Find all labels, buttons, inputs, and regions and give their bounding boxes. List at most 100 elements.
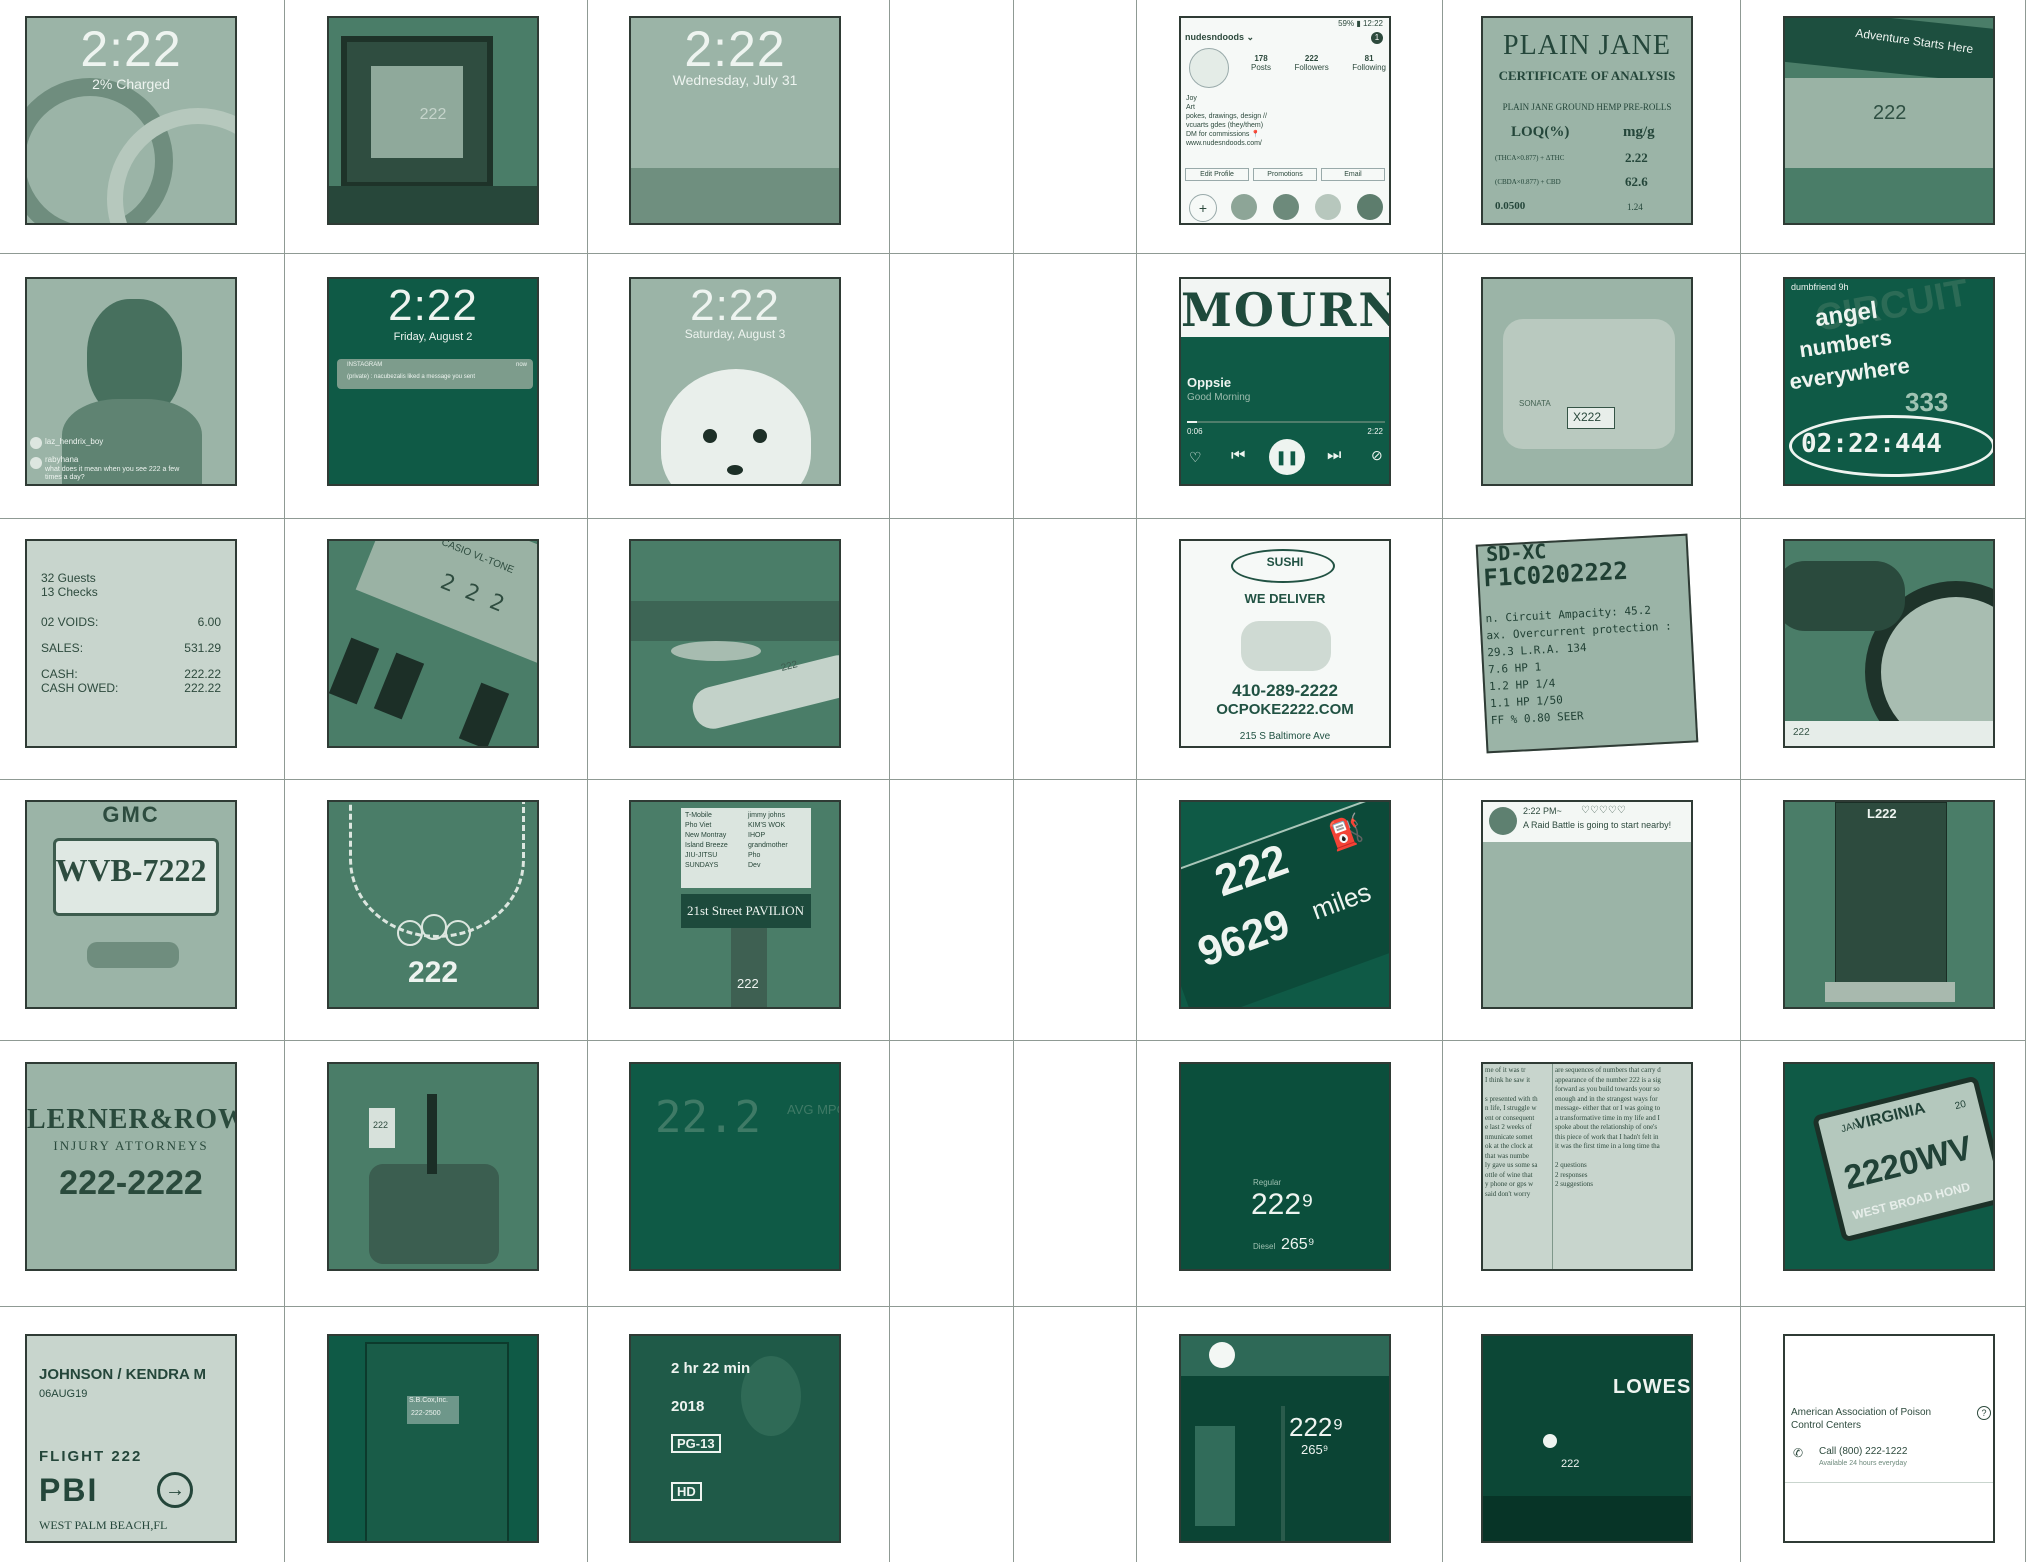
photo-pallet-jack[interactable]: 222 <box>327 1062 539 1271</box>
promotions-button[interactable]: Promotions <box>1253 168 1317 181</box>
photo-receipt-screen[interactable]: 32 Guests 13 Checks 02 VOIDS: 6.00 SALES… <box>25 539 237 748</box>
vehicle-brand: GMC <box>102 802 160 827</box>
phone-icon[interactable]: ✆ <box>1793 1446 1803 1460</box>
block-icon[interactable]: ⊘ <box>1371 447 1383 464</box>
receipt-value: 222.22 <box>184 681 221 695</box>
photo-lockscreen-charged[interactable]: 2:22 2% Charged <box>25 16 237 225</box>
pavilion-name: 21st Street PAVILION <box>687 903 805 918</box>
photo-gas-price-display[interactable]: Regular 222⁹ Diesel 265⁹ <box>1179 1062 1391 1271</box>
edit-profile-button[interactable]: Edit Profile <box>1185 168 1249 181</box>
photo-lockscreen-beach[interactable]: 2:22 Wednesday, July 31 <box>629 16 841 225</box>
photo-poison-control-card[interactable]: American Association of Poison Control C… <box>1783 1334 1995 1543</box>
mpg-reading: 22.2 <box>655 1092 761 1143</box>
gas-pump <box>1195 1426 1235 1526</box>
heart-icon: ♡♡♡♡♡ <box>1581 805 1626 816</box>
sea <box>631 168 839 223</box>
photo-necklace[interactable]: 222 <box>327 800 539 1009</box>
photo-lowes-night[interactable]: LOWES 222 <box>1481 1334 1693 1543</box>
photo-ac-unit-label[interactable]: SD-XC F1C0202222 n. Circuit Ampacity: 45… <box>1475 533 1699 754</box>
light <box>1209 1342 1235 1368</box>
photo-wrist-tattoo[interactable]: 222 <box>629 539 841 748</box>
photo-dashboard-range[interactable]: 222 ⛽ 9629 miles <box>1179 800 1391 1009</box>
flyer-site: OCPOKE2222.COM <box>1216 701 1354 718</box>
photo-live-video[interactable]: laz_hendrix_boy rabyhana what does it me… <box>25 277 237 486</box>
tenant-sign: SUNDAYS <box>685 862 719 869</box>
document-line: enough and in the strangest ways for <box>1555 1094 1658 1103</box>
previous-icon[interactable]: ⏮ <box>1231 447 1245 465</box>
photo-certificate-of-analysis[interactable]: PLAIN JANE CERTIFICATE OF ANALYSIS PLAIN… <box>1481 16 1693 225</box>
photo-music-player[interactable]: MOURN Oppsie Good Morning 0:06 2:22 ♡ ⏮ … <box>1179 277 1391 486</box>
help-icon[interactable]: ? <box>1977 1406 1991 1420</box>
track-title: Oppsie <box>1187 375 1232 390</box>
flyer-tagline: WE DELIVER <box>1244 591 1326 606</box>
grid-divider <box>0 253 2026 254</box>
dog-eye <box>753 429 767 443</box>
highlight-circle[interactable] <box>1231 194 1257 220</box>
photo-framed-picture[interactable]: 222 <box>327 16 539 225</box>
bio-line: DM for commissions 📍 <box>1186 131 1261 138</box>
comment-username: rabyhana <box>45 455 79 464</box>
photo-attorney-sign[interactable]: LERNER&ROWE INJURY ATTORNEYS 222-2222 <box>25 1062 237 1271</box>
col-mg: mg/g <box>1623 124 1655 140</box>
highlight-circle[interactable] <box>1315 194 1341 220</box>
lockscreen-time: 2:22 <box>684 21 786 77</box>
photo-casio-keyboard[interactable]: CASIO VL-TONE 2 2 2 <box>327 539 539 748</box>
photo-gmc-plate[interactable]: GMC WVB-7222 <box>25 800 237 1009</box>
photo-car-rear[interactable]: SONATA X222 <box>1481 277 1693 486</box>
photo-motorcycle-wheel[interactable]: 222 <box>1783 539 1995 748</box>
guest-count: 32 Guests <box>41 571 96 585</box>
photo-adventure-sign[interactable]: Adventure Starts Here 222 <box>1783 16 1995 225</box>
photo-angel-numbers-story[interactable]: CIRCUIT dumbfriend 9h angel numbers ever… <box>1783 277 1995 486</box>
photo-lockscreen-dog[interactable]: 2:22 Saturday, August 3 <box>629 277 841 486</box>
next-icon[interactable]: ⏭ <box>1327 447 1341 465</box>
photo-mpg-display[interactable]: 22.2 AVG MPG <box>629 1062 841 1271</box>
progress-track[interactable] <box>1187 421 1385 423</box>
grid-divider <box>1740 0 1741 1562</box>
photo-utility-box[interactable]: L222 <box>1783 800 1995 1009</box>
firm-subtitle: INJURY ATTORNEYS <box>53 1138 209 1153</box>
receipt-value: 222.22 <box>184 667 221 681</box>
plate-text: X222 <box>1573 410 1602 424</box>
photo-instagram-profile[interactable]: 59% ▮ 12:22 nudesndoods ⌄ 1 178 Posts 222… <box>1179 16 1391 225</box>
avatar <box>30 437 42 449</box>
notification-card[interactable]: INSTAGRAM now (private) : nacubezalis li… <box>337 359 533 389</box>
photo-boarding-pass[interactable]: JOHNSON / KENDRA M 06AUG19 FLIGHT 222 PB… <box>25 1334 237 1543</box>
lockscreen-caption: Wednesday, July 31 <box>672 72 798 88</box>
photo-game-notification[interactable]: 2:22 PM~ ♡♡♡♡♡ A Raid Battle is going to… <box>1481 800 1693 1009</box>
photo-sushi-flyer[interactable]: SUSHI WE DELIVER 410-289-2222 OCPOKE2222… <box>1179 539 1391 748</box>
photo-document-screen[interactable]: me of it was tr I think he saw it s pres… <box>1481 1062 1693 1271</box>
call-link[interactable]: Call (800) 222-1222 <box>1819 1446 1907 1457</box>
pause-icon[interactable]: ❚❚ <box>1269 439 1305 475</box>
store-sign: LOWES <box>1613 1376 1692 1398</box>
highlight-circle[interactable] <box>1273 194 1299 220</box>
document-line: s presented with th <box>1485 1094 1538 1103</box>
tenant-sign: IHOP <box>748 832 766 839</box>
col-loq: LOQ(%) <box>1511 124 1570 140</box>
grid-divider <box>0 1306 2026 1307</box>
email-button[interactable]: Email <box>1321 168 1385 181</box>
photo-lockscreen-notification[interactable]: 2:22 Friday, August 2 INSTAGRAM now (pri… <box>327 277 539 486</box>
document-line: are sequences of numbers that carry d <box>1555 1066 1661 1074</box>
heart-icon[interactable]: ♡ <box>1189 449 1202 466</box>
photo-portable-toilet[interactable]: S.B.Cox,Inc. 222-2500 <box>327 1334 539 1543</box>
tenant-sign: grandmother <box>748 842 788 849</box>
document-line: me of it was tr <box>1485 1066 1526 1074</box>
photo-gas-station-night[interactable]: 222⁹ 265⁹ <box>1179 1334 1391 1543</box>
document-line: forward as you build towards your so <box>1555 1085 1660 1093</box>
photo-virginia-plate[interactable]: VIRGINIA JAN 20 2220WV WEST BROAD HOND <box>1783 1062 1995 1271</box>
photo-pavilion-sign[interactable]: T-Mobile jimmy johns Pho Viet KIM'S WOK … <box>629 800 841 1009</box>
grid-divider <box>0 1040 2026 1041</box>
tenant-sign: jimmy johns <box>748 812 785 819</box>
add-highlight-button[interactable]: + <box>1189 194 1217 222</box>
highlight-circle[interactable] <box>1357 194 1383 220</box>
bio-line: www.nudesndoods.com/ <box>1186 140 1262 147</box>
movie-year: 2018 <box>671 1398 705 1415</box>
comment-text: what does it mean when you see 222 a few… <box>45 466 180 481</box>
photo-movie-info[interactable]: 2 hr 22 min 2018 PG-13 HD <box>629 1334 841 1543</box>
flight-date: 06AUG19 <box>39 1388 88 1400</box>
elapsed-time: 0:06 <box>1187 427 1203 436</box>
document-line: ottle of wine that <box>1485 1170 1533 1179</box>
document-line: a transformative time in my life and I <box>1555 1113 1660 1122</box>
